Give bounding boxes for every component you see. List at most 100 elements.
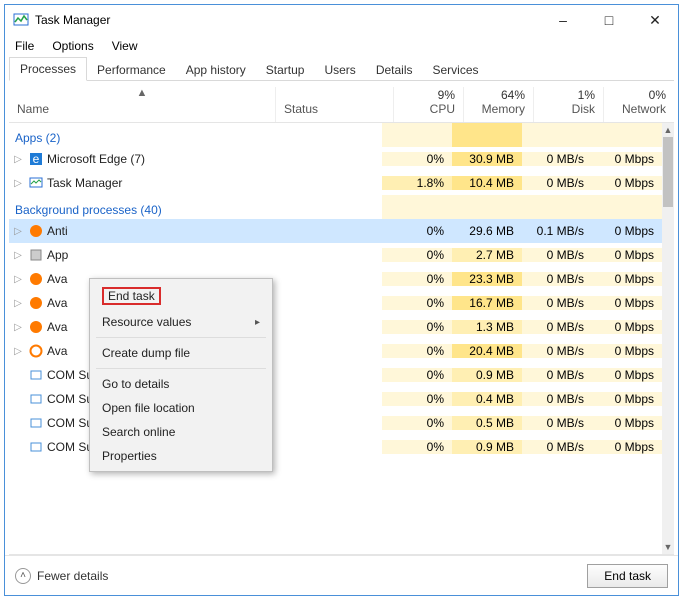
column-cpu[interactable]: 9% CPU (394, 87, 464, 122)
window-frame: Task Manager – □ ✕ File Options View Pro… (4, 4, 679, 596)
column-memory[interactable]: 64% Memory (464, 87, 534, 122)
expand-icon[interactable]: ▷ (9, 298, 27, 309)
tab-app-history[interactable]: App history (176, 59, 256, 81)
network-usage-percent: 0% (612, 88, 666, 102)
window-title: Task Manager (35, 13, 110, 27)
context-end-task[interactable]: End task (90, 282, 272, 310)
context-end-task-label: End task (102, 287, 161, 305)
edge-icon: e (27, 152, 45, 166)
cell-network: 0 Mbps (592, 392, 662, 406)
tab-services[interactable]: Services (423, 59, 489, 81)
com-icon (27, 416, 45, 430)
cell-network: 0 Mbps (592, 272, 662, 286)
cell-network: 0 Mbps (592, 224, 662, 238)
com-icon (27, 368, 45, 382)
com-icon (27, 440, 45, 454)
cell-network: 0 Mbps (592, 440, 662, 454)
background-section-label[interactable]: Background processes (40) (9, 195, 264, 219)
avast-icon (27, 224, 45, 238)
cell-disk: 0 MB/s (522, 440, 592, 454)
expand-icon[interactable]: ▷ (9, 226, 27, 237)
cell-network: 0 Mbps (592, 416, 662, 430)
menu-file[interactable]: File (7, 37, 42, 55)
cell-disk: 0 MB/s (522, 344, 592, 358)
expand-icon[interactable]: ▷ (9, 346, 27, 357)
process-name: Microsoft Edge (7) (45, 152, 264, 166)
expand-icon[interactable]: ▷ (9, 154, 27, 165)
cell-memory: 1.3 MB (452, 320, 522, 334)
context-resource-values[interactable]: Resource values ▸ (90, 310, 272, 334)
menu-separator (96, 368, 266, 369)
cell-network: 0 Mbps (592, 344, 662, 358)
titlebar[interactable]: Task Manager – □ ✕ (5, 5, 678, 35)
cell-disk: 0 MB/s (522, 392, 592, 406)
vertical-scrollbar[interactable]: ▲ ▼ (662, 123, 674, 554)
end-task-button[interactable]: End task (587, 564, 668, 588)
column-status-label: Status (284, 102, 385, 116)
close-button[interactable]: ✕ (632, 5, 678, 35)
menu-view[interactable]: View (104, 37, 146, 55)
cell-memory: 2.7 MB (452, 248, 522, 262)
context-create-dump[interactable]: Create dump file (90, 341, 272, 365)
task-manager-icon (27, 176, 45, 190)
tab-performance[interactable]: Performance (87, 59, 176, 81)
column-cpu-label: CPU (402, 102, 455, 116)
cell-disk: 0 MB/s (522, 152, 592, 166)
column-status[interactable]: Status (276, 87, 394, 122)
avast-outline-icon (27, 344, 45, 358)
avast-icon (27, 320, 45, 334)
cell-cpu: 0% (382, 368, 452, 382)
tab-users[interactable]: Users (314, 59, 365, 81)
context-menu: End task Resource values ▸ Create dump f… (89, 278, 273, 472)
cell-disk: 0 MB/s (522, 320, 592, 334)
column-name-label: Name (17, 102, 267, 116)
avast-icon (27, 296, 45, 310)
cell-disk: 0 MB/s (522, 296, 592, 310)
fewer-details-toggle[interactable]: ˄ Fewer details (15, 568, 108, 584)
expand-icon[interactable]: ▷ (9, 250, 27, 261)
context-search-online[interactable]: Search online (90, 420, 272, 444)
column-headers: ▲ Name Status 9% CPU 64% Memory 1% Disk … (9, 81, 674, 123)
process-name: Anti (45, 224, 264, 238)
scroll-up-icon[interactable]: ▲ (662, 123, 674, 137)
cell-cpu: 0% (382, 392, 452, 406)
column-memory-label: Memory (472, 102, 525, 116)
cell-network: 0 Mbps (592, 368, 662, 382)
cell-disk: 0 MB/s (522, 368, 592, 382)
scroll-down-icon[interactable]: ▼ (662, 540, 674, 554)
expand-icon[interactable]: ▷ (9, 178, 27, 189)
svg-text:e: e (33, 152, 40, 166)
tab-details[interactable]: Details (366, 59, 423, 81)
table-row[interactable]: ▷ Task Manager 1.8% 10.4 MB 0 MB/s 0 Mbp… (9, 171, 662, 195)
cell-memory: 0.9 MB (452, 440, 522, 454)
cell-disk: 0 MB/s (522, 176, 592, 190)
avast-icon (27, 272, 45, 286)
scroll-thumb[interactable] (663, 137, 673, 207)
column-disk[interactable]: 1% Disk (534, 87, 604, 122)
context-properties[interactable]: Properties (90, 444, 272, 468)
table-row-selected[interactable]: ▷ Anti 0% 29.6 MB 0.1 MB/s 0 Mbps (9, 219, 662, 243)
footer: ˄ Fewer details End task (5, 555, 678, 595)
expand-icon[interactable]: ▷ (9, 274, 27, 285)
context-resource-values-label: Resource values (102, 315, 191, 329)
context-open-location[interactable]: Open file location (90, 396, 272, 420)
table-row[interactable]: ▷ App 0% 2.7 MB 0 MB/s 0 Mbps (9, 243, 662, 267)
cell-cpu: 0% (382, 344, 452, 358)
maximize-button[interactable]: □ (586, 5, 632, 35)
task-manager-icon (13, 12, 29, 28)
section-row-background: Background processes (40) (9, 195, 662, 219)
menubar: File Options View (5, 35, 678, 55)
expand-icon[interactable]: ▷ (9, 322, 27, 333)
context-go-to-details[interactable]: Go to details (90, 372, 272, 396)
tab-processes[interactable]: Processes (9, 57, 87, 81)
apps-section-label[interactable]: Apps (2) (9, 123, 264, 147)
column-network[interactable]: 0% Network (604, 87, 674, 122)
column-name[interactable]: ▲ Name (9, 87, 276, 122)
cell-network: 0 Mbps (592, 296, 662, 310)
chevron-up-icon: ˄ (15, 568, 31, 584)
menu-options[interactable]: Options (44, 37, 101, 55)
cell-disk: 0.1 MB/s (522, 224, 592, 238)
tab-startup[interactable]: Startup (256, 59, 315, 81)
table-row[interactable]: ▷ e Microsoft Edge (7) 0% 30.9 MB 0 MB/s… (9, 147, 662, 171)
minimize-button[interactable]: – (540, 5, 586, 35)
